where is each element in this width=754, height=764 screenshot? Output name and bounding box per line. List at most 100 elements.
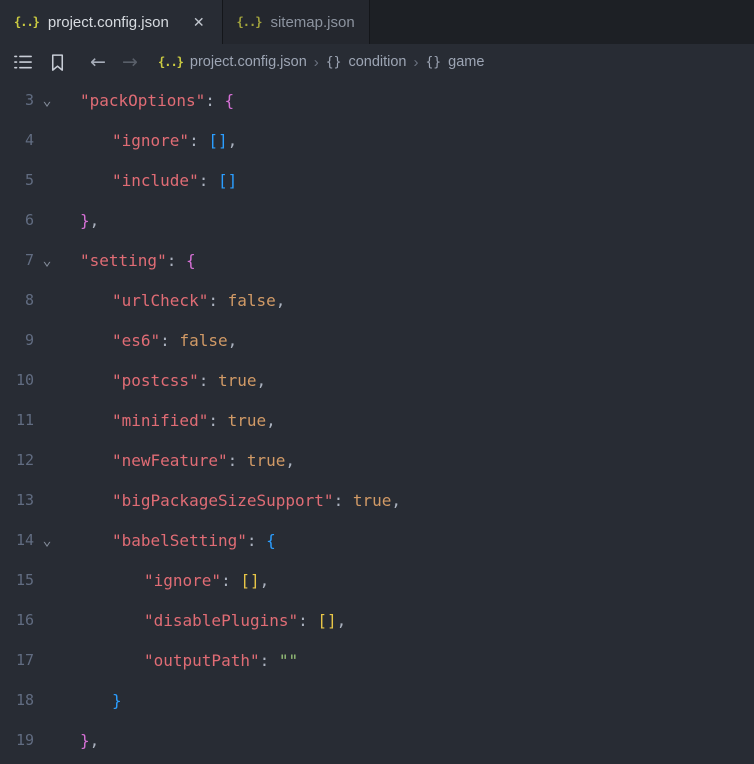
token-punct: : [166, 250, 186, 270]
token-punct: : [160, 330, 180, 350]
code-text: "babelSetting": { [60, 531, 276, 550]
line-number[interactable]: 7 [0, 251, 34, 269]
code-line-14[interactable]: 14 ⌄ "babelSetting": { [0, 520, 754, 560]
token-punct: : [208, 410, 228, 430]
editor-pane[interactable]: 3 ⌄ "packOptions": {4 "ignore": [], 5 "includ… [0, 80, 754, 764]
token-bool: true [227, 410, 267, 430]
token-key: "ignore" [112, 130, 190, 150]
line-number[interactable]: 11 [0, 411, 34, 429]
line-number[interactable]: 10 [0, 371, 34, 389]
token-b3: { [266, 530, 276, 550]
token-bool: true [246, 450, 286, 470]
code-line-18[interactable]: 18} [0, 680, 754, 720]
token-bool: true [217, 370, 257, 390]
token-punct: : [221, 570, 241, 590]
line-number[interactable]: 16 [0, 611, 34, 629]
token-b2: { [185, 250, 196, 270]
breadcrumb-item-game[interactable]: game [448, 54, 484, 70]
code-line-11[interactable]: 11 "minified": true, [0, 400, 754, 440]
line-number[interactable]: 15 [0, 571, 34, 589]
token-key: "minified" [112, 410, 209, 430]
token-punct: : [189, 130, 209, 150]
code-text: "ignore": [], [60, 131, 237, 150]
line-number[interactable]: 3 [0, 91, 34, 109]
code-line-13[interactable]: 13 "bigPackageSizeSupport": true, [0, 480, 754, 520]
json-file-icon: {..} [236, 15, 263, 29]
token-punct: , [256, 370, 267, 390]
vscode-window: {..} project.config.json ✕ {..} sitemap.… [0, 0, 754, 764]
navigate-back-icon[interactable]: ← [82, 48, 114, 76]
token-str: "" [278, 650, 299, 670]
line-number[interactable]: 8 [0, 291, 34, 309]
code-text: "setting": { [60, 251, 196, 270]
line-number[interactable]: 9 [0, 331, 34, 349]
code-text: }, [60, 731, 99, 750]
code-line-3[interactable]: 3 ⌄ "packOptions": { [0, 80, 754, 120]
line-number[interactable]: 5 [0, 171, 34, 189]
line-number[interactable]: 18 [0, 691, 34, 709]
token-key: "bigPackageSizeSupport" [112, 490, 334, 510]
fold-chevron-icon[interactable]: ⌄ [34, 520, 60, 560]
code-line-8[interactable]: 8 "urlCheck": false, [0, 280, 754, 320]
symbol-object-icon: {} [425, 54, 442, 70]
code-text: "packOptions": { [60, 91, 234, 110]
tab-project-config-json[interactable]: {..} project.config.json ✕ [0, 0, 223, 44]
line-number[interactable]: 12 [0, 451, 34, 469]
line-number[interactable]: 13 [0, 491, 34, 509]
json-file-icon: {..} [158, 55, 184, 69]
code-line-10[interactable]: 10 "postcss": true, [0, 360, 754, 400]
code-text: } [60, 691, 122, 710]
close-tab-icon[interactable]: ✕ [190, 13, 208, 32]
code-line-12[interactable]: 12 "newFeature": true, [0, 440, 754, 480]
token-punct: , [227, 130, 238, 150]
line-number[interactable]: 4 [0, 131, 34, 149]
line-number[interactable]: 17 [0, 651, 34, 669]
token-b1: [] [317, 610, 337, 630]
code-line-5[interactable]: 5 "include": [] [0, 160, 754, 200]
code-line-16[interactable]: 16 "disablePlugins": [], [0, 600, 754, 640]
token-bool: true [352, 490, 392, 510]
token-punct: : [208, 290, 228, 310]
code-line-9[interactable]: 9 "es6": false, [0, 320, 754, 360]
chevron-right-icon: › [313, 53, 319, 71]
symbol-object-icon: {} [325, 54, 342, 70]
code-line-6[interactable]: 6}, [0, 200, 754, 240]
token-b2: } [80, 730, 90, 750]
token-key: "urlCheck" [112, 290, 209, 310]
token-bool: false [179, 330, 228, 350]
outline-list-icon[interactable] [8, 48, 38, 76]
code-text: "ignore": [], [60, 571, 269, 590]
code-line-7[interactable]: 7 ⌄ "setting": { [0, 240, 754, 280]
token-b3: [] [217, 170, 238, 190]
code-line-15[interactable]: 15 "ignore": [], [0, 560, 754, 600]
code-text: "disablePlugins": [], [60, 611, 346, 630]
token-punct: , [275, 290, 286, 310]
tab-sitemap-json[interactable]: {..} sitemap.json [222, 0, 370, 44]
token-key: "es6" [112, 330, 161, 350]
line-number[interactable]: 6 [0, 211, 34, 229]
token-punct: , [336, 610, 347, 630]
token-punct: , [89, 210, 100, 230]
token-key: "newFeature" [112, 450, 228, 470]
bookmark-icon[interactable] [42, 48, 72, 76]
code-line-17[interactable]: 17 "outputPath": "" [0, 640, 754, 680]
token-punct: , [227, 330, 238, 350]
code-text: "include": [] [60, 171, 237, 190]
code-text: "postcss": true, [60, 371, 266, 390]
fold-chevron-icon[interactable]: ⌄ [34, 240, 60, 280]
fold-chevron-icon[interactable]: ⌄ [34, 80, 60, 120]
breadcrumb-item-file[interactable]: project.config.json [190, 54, 307, 70]
code-text: "outputPath": "" [60, 651, 298, 670]
token-b3: [] [208, 130, 228, 150]
code-text: "es6": false, [60, 331, 237, 350]
token-b1: [] [240, 570, 260, 590]
token-punct: , [259, 570, 270, 590]
code-line-4[interactable]: 4 "ignore": [], [0, 120, 754, 160]
navigate-forward-icon[interactable]: → [114, 48, 146, 76]
breadcrumb-item-condition[interactable]: condition [348, 54, 406, 70]
code-line-19[interactable]: 19}, [0, 720, 754, 760]
token-punct: , [285, 450, 296, 470]
line-number[interactable]: 19 [0, 731, 34, 749]
line-number[interactable]: 14 [0, 531, 34, 549]
token-key: "outputPath" [144, 650, 260, 670]
